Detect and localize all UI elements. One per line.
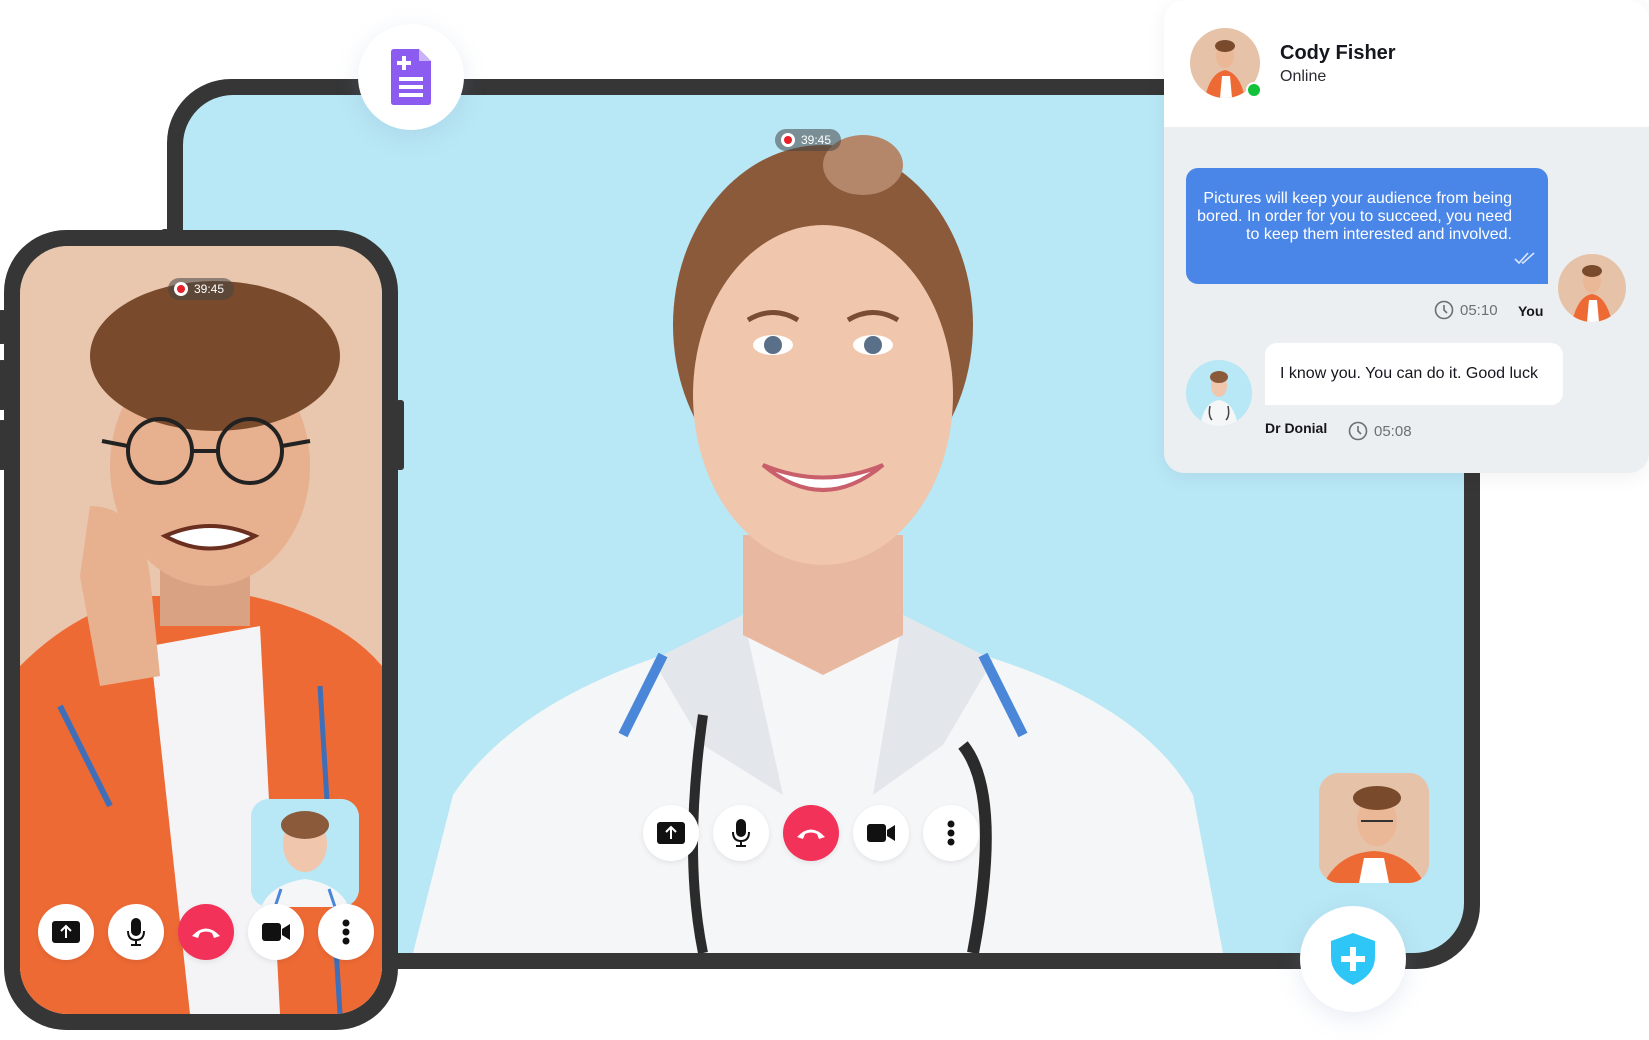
more-vertical-icon <box>947 820 955 846</box>
recording-time: 39:45 <box>801 133 832 147</box>
medical-shield-icon <box>1331 933 1375 985</box>
record-icon <box>174 282 188 296</box>
phone-side-button <box>0 420 6 470</box>
record-icon <box>781 133 795 147</box>
video-camera-icon <box>867 824 895 842</box>
recording-indicator: 39:45 <box>168 278 235 300</box>
incoming-message-bubble: I know you. You can do it. Good luck <box>1265 343 1563 405</box>
more-options-button[interactable] <box>923 805 979 861</box>
more-options-button[interactable] <box>318 904 374 960</box>
share-screen-button[interactable] <box>643 805 699 861</box>
contact-name: Cody Fisher <box>1280 42 1396 64</box>
phone-side-button <box>0 360 6 410</box>
message-time: 05:10 <box>1460 301 1498 319</box>
sender-avatar <box>1558 254 1626 322</box>
phone-side-button <box>396 400 404 470</box>
share-screen-icon <box>52 921 80 943</box>
clock-icon <box>1348 421 1368 441</box>
recording-indicator: 39:45 <box>775 129 842 151</box>
recording-time: 39:45 <box>194 282 225 296</box>
outgoing-message-meta: 05:10 <box>1434 300 1498 320</box>
end-call-button[interactable] <box>783 805 839 861</box>
share-screen-button[interactable] <box>38 904 94 960</box>
incoming-message-meta: 05:08 <box>1348 421 1412 441</box>
video-button[interactable] <box>248 904 304 960</box>
microphone-icon <box>127 918 145 946</box>
doctor-thumbnail[interactable] <box>251 799 359 907</box>
message-text: Pictures will keep your audience from be… <box>1197 190 1512 243</box>
microphone-button[interactable] <box>713 805 769 861</box>
contact-status: Online <box>1280 68 1327 85</box>
end-call-button[interactable] <box>178 904 234 960</box>
message-time: 05:08 <box>1374 422 1412 440</box>
message-text: I know you. You can do it. Good luck <box>1280 365 1538 382</box>
share-screen-icon <box>657 822 685 844</box>
more-vertical-icon <box>342 919 350 945</box>
phone-device: 39:45 <box>0 230 404 1030</box>
doctor-thumbnail-image <box>251 799 359 907</box>
end-call-icon <box>797 829 825 839</box>
microphone-button[interactable] <box>108 904 164 960</box>
microphone-icon <box>732 819 750 847</box>
phone-call-controls <box>38 904 374 960</box>
double-check-read-icon <box>1514 252 1535 264</box>
phone-side-button <box>0 310 6 344</box>
sender-avatar-image <box>1558 254 1626 322</box>
tablet-call-controls <box>643 805 979 861</box>
patient-thumbnail-image <box>1319 773 1429 883</box>
online-status-indicator <box>1246 82 1262 98</box>
doctor-avatar-image <box>1186 360 1252 426</box>
chat-panel: Cody Fisher Online Pictures will keep yo… <box>1164 0 1649 473</box>
video-button[interactable] <box>853 805 909 861</box>
message-author: Dr Donial <box>1265 420 1328 436</box>
chat-header: Cody Fisher Online <box>1164 0 1649 127</box>
medical-document-badge[interactable] <box>358 24 464 130</box>
phone-video-call-screen: 39:45 <box>20 246 382 1014</box>
video-camera-icon <box>262 923 290 941</box>
medical-document-icon <box>391 49 431 105</box>
self-view-thumbnail[interactable] <box>1319 773 1429 883</box>
message-author: You <box>1518 303 1544 319</box>
clock-icon <box>1434 300 1454 320</box>
medical-shield-badge[interactable] <box>1300 906 1406 1012</box>
doctor-avatar[interactable] <box>1186 360 1252 426</box>
outgoing-message-bubble: Pictures will keep your audience from be… <box>1186 168 1548 284</box>
end-call-icon <box>192 928 220 938</box>
